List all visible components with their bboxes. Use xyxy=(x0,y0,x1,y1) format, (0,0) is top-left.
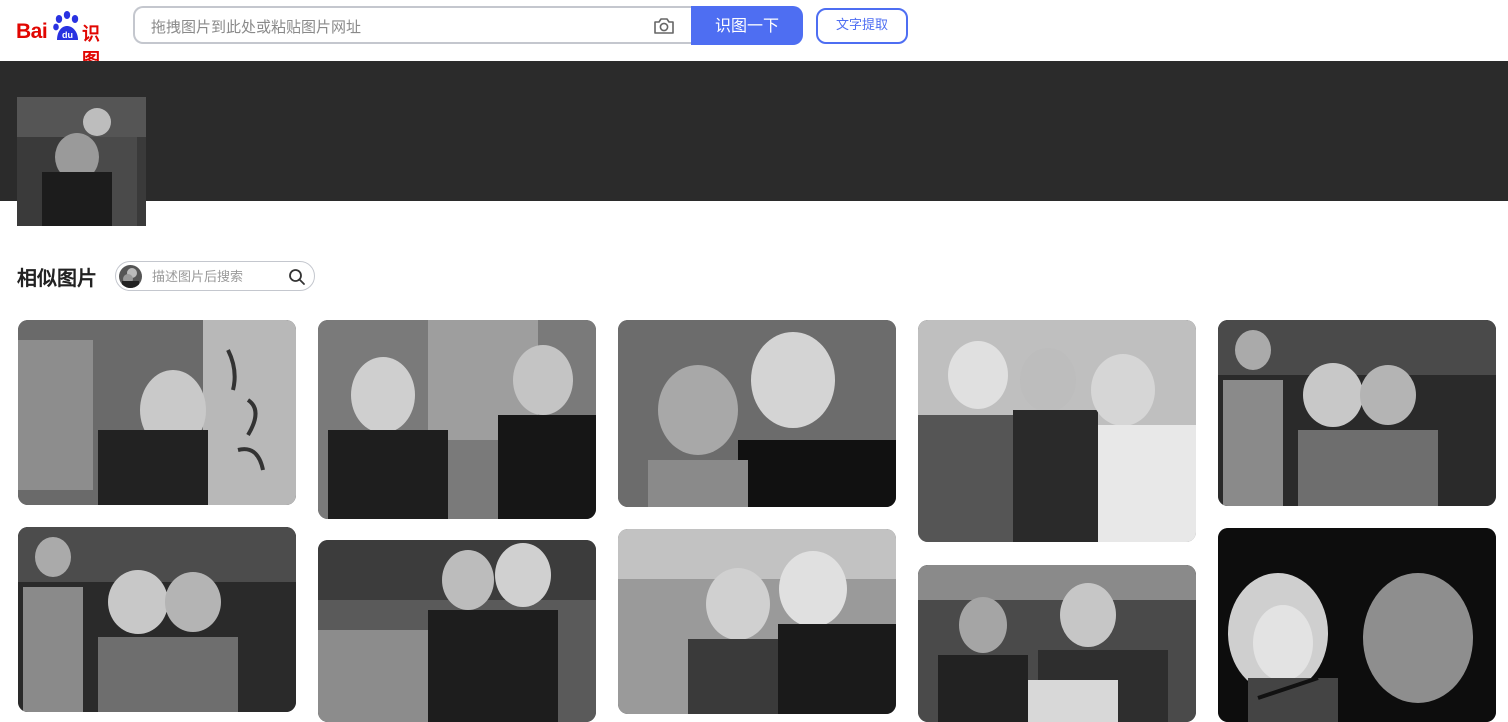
baidu-logo[interactable]: Bai du 识图 xyxy=(16,10,116,71)
similar-image-tile[interactable] xyxy=(918,320,1196,542)
similar-image-tile[interactable] xyxy=(618,529,896,714)
similar-image-tile[interactable] xyxy=(1218,320,1496,506)
similar-image-tile[interactable] xyxy=(1218,528,1496,722)
search-icon[interactable] xyxy=(288,268,306,286)
similar-image-tile[interactable] xyxy=(318,320,596,519)
similar-image-tile[interactable] xyxy=(18,320,296,505)
describe-search-box xyxy=(115,261,315,291)
logo-text-bai: Bai xyxy=(16,20,48,43)
image-search-box xyxy=(133,6,691,44)
query-image-band xyxy=(0,61,1508,201)
image-url-input[interactable] xyxy=(149,15,643,39)
similar-images-title: 相似图片 xyxy=(17,266,97,290)
top-bar: Bai du 识图 识图一下 文字提取 xyxy=(0,0,1508,71)
similar-image-tile[interactable] xyxy=(318,540,596,722)
similar-image-tile[interactable] xyxy=(18,527,296,712)
query-avatar xyxy=(119,265,142,288)
search-by-image-button[interactable]: 识图一下 xyxy=(691,6,803,45)
query-image-thumbnail[interactable] xyxy=(17,97,146,226)
text-extract-button[interactable]: 文字提取 xyxy=(816,8,908,44)
camera-icon[interactable] xyxy=(653,17,675,35)
paw-logo-icon: du xyxy=(53,11,79,40)
logo-text-du: du xyxy=(62,30,73,40)
describe-search-input[interactable] xyxy=(150,267,284,287)
similar-image-tile[interactable] xyxy=(918,565,1196,722)
similar-image-tile[interactable] xyxy=(618,320,896,507)
